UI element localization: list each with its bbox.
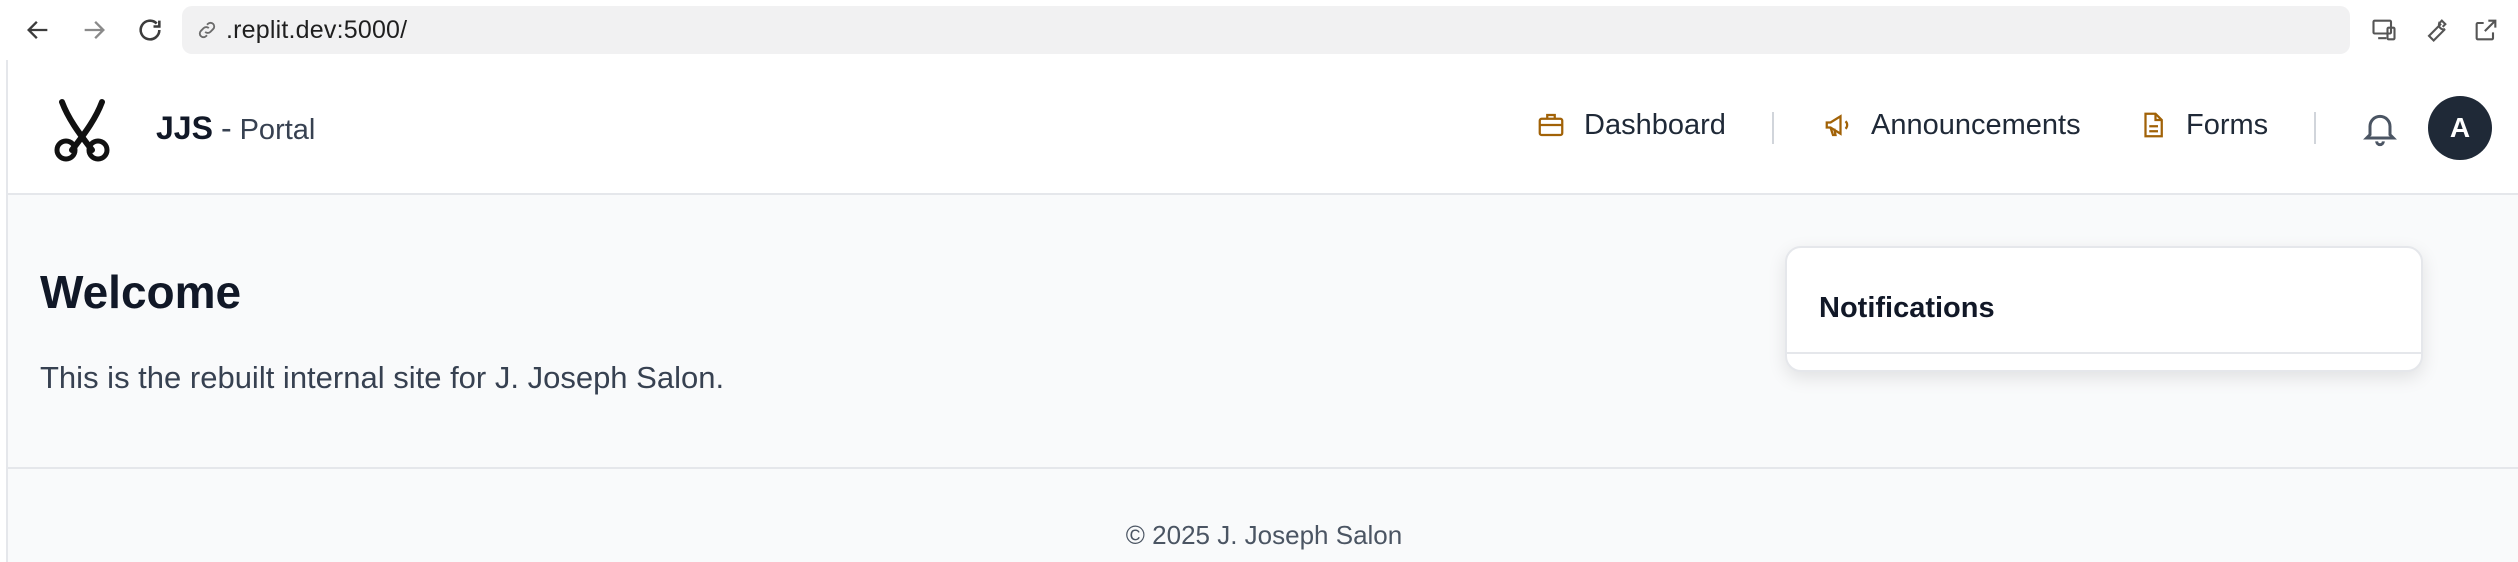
- wrench-icon: [2427, 19, 2447, 42]
- nav-announcements[interactable]: Announcements: [1823, 102, 2081, 148]
- brand[interactable]: JJS - Portal: [156, 110, 315, 147]
- nav-dashboard[interactable]: Dashboard: [1536, 102, 1726, 148]
- devices-icon: [2372, 19, 2396, 41]
- brand-name: JJS: [156, 110, 213, 146]
- nav-dashboard-label: Dashboard: [1584, 108, 1726, 141]
- reload-button[interactable]: [130, 10, 170, 50]
- megaphone-icon: [1823, 110, 1853, 140]
- back-button[interactable]: [18, 10, 58, 50]
- arrow-left-icon: [27, 21, 48, 39]
- avatar[interactable]: A: [2428, 96, 2492, 160]
- nav-forms[interactable]: Forms: [2138, 102, 2268, 148]
- url-text: .replit.dev:5000/: [226, 15, 408, 44]
- nav-divider: [1772, 112, 1774, 144]
- document-icon: [2138, 110, 2168, 140]
- brand-subtitle: Portal: [239, 114, 316, 146]
- notifications-dropdown: Notifications: [1785, 246, 2423, 372]
- page: JJS - Portal Dashboard Announcements For…: [6, 60, 2518, 562]
- page-title: Welcome: [40, 266, 242, 318]
- nav-forms-label: Forms: [2186, 108, 2269, 141]
- devices-button[interactable]: [2366, 12, 2402, 48]
- footer-divider: [8, 467, 2518, 469]
- briefcase-icon: [1536, 110, 1566, 140]
- brand-separator: -: [220, 110, 232, 146]
- logo-icon: [54, 99, 110, 162]
- site-header: JJS - Portal Dashboard Announcements For…: [8, 60, 2518, 195]
- open-external-icon: [2475, 19, 2497, 41]
- browser-toolbar: .replit.dev:5000/: [0, 0, 2518, 60]
- reload-icon: [139, 19, 161, 41]
- open-external-button[interactable]: [2468, 12, 2504, 48]
- intro-text: This is the rebuilt internal site for J.…: [40, 360, 725, 395]
- nav-announcements-label: Announcements: [1871, 108, 2081, 141]
- wrench-button[interactable]: [2418, 12, 2454, 48]
- nav-divider: [2314, 112, 2316, 144]
- footer-copyright: © 2025 J. Joseph Salon: [1125, 520, 1403, 550]
- address-bar[interactable]: .replit.dev:5000/: [182, 6, 2350, 54]
- notifications-title: Notifications: [1819, 292, 1995, 324]
- arrow-right-icon: [84, 21, 105, 39]
- bell-icon[interactable]: [2360, 108, 2400, 148]
- forward-button[interactable]: [74, 10, 114, 50]
- link-icon: [196, 17, 222, 43]
- notifications-divider: [1787, 352, 2421, 354]
